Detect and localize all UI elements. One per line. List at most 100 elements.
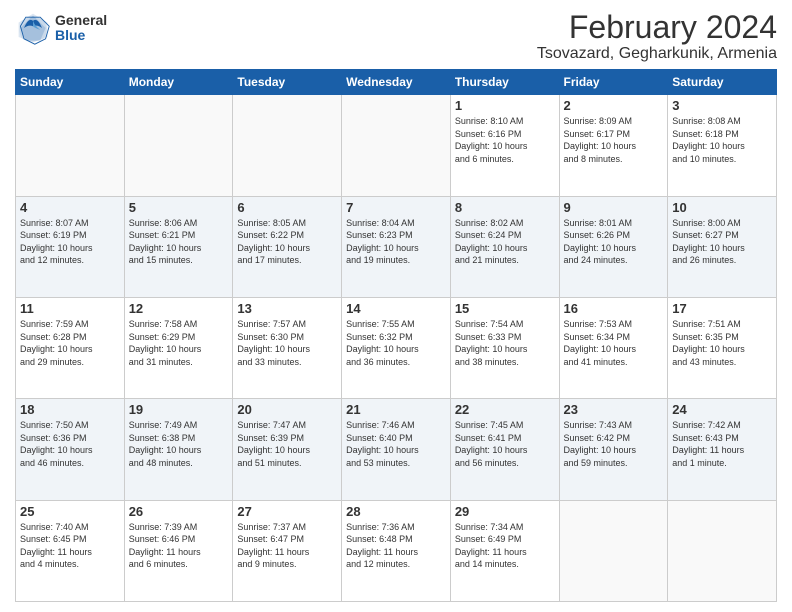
calendar-cell: 6 Sunrise: 8:05 AM Sunset: 6:22 PM Daylig… bbox=[233, 196, 342, 297]
day-number: 19 bbox=[129, 402, 229, 417]
logo-text: General Blue bbox=[55, 13, 107, 44]
day-info: Sunrise: 7:46 AM Sunset: 6:40 PM Dayligh… bbox=[346, 419, 446, 469]
day-info: Sunrise: 8:10 AM Sunset: 6:16 PM Dayligh… bbox=[455, 115, 555, 165]
calendar-cell: 14 Sunrise: 7:55 AM Sunset: 6:32 PM Dayli… bbox=[342, 297, 451, 398]
page: General Blue February 2024 Tsovazard, Ge… bbox=[0, 0, 792, 612]
day-number: 12 bbox=[129, 301, 229, 316]
day-number: 26 bbox=[129, 504, 229, 519]
logo-general-label: General bbox=[55, 13, 107, 28]
logo-icon bbox=[15, 10, 51, 46]
weekday-header-wednesday: Wednesday bbox=[342, 70, 451, 95]
day-number: 2 bbox=[564, 98, 664, 113]
day-info: Sunrise: 7:59 AM Sunset: 6:28 PM Dayligh… bbox=[20, 318, 120, 368]
calendar-cell: 23 Sunrise: 7:43 AM Sunset: 6:42 PM Dayli… bbox=[559, 399, 668, 500]
day-info: Sunrise: 7:47 AM Sunset: 6:39 PM Dayligh… bbox=[237, 419, 337, 469]
day-number: 5 bbox=[129, 200, 229, 215]
day-number: 14 bbox=[346, 301, 446, 316]
day-info: Sunrise: 7:58 AM Sunset: 6:29 PM Dayligh… bbox=[129, 318, 229, 368]
calendar-cell bbox=[16, 95, 125, 196]
day-info: Sunrise: 8:00 AM Sunset: 6:27 PM Dayligh… bbox=[672, 217, 772, 267]
day-number: 28 bbox=[346, 504, 446, 519]
location: Tsovazard, Gegharkunik, Armenia bbox=[537, 45, 777, 63]
calendar-cell: 2 Sunrise: 8:09 AM Sunset: 6:17 PM Daylig… bbox=[559, 95, 668, 196]
day-number: 15 bbox=[455, 301, 555, 316]
day-number: 25 bbox=[20, 504, 120, 519]
day-info: Sunrise: 7:57 AM Sunset: 6:30 PM Dayligh… bbox=[237, 318, 337, 368]
day-number: 23 bbox=[564, 402, 664, 417]
weekday-header-row: SundayMondayTuesdayWednesdayThursdayFrid… bbox=[16, 70, 777, 95]
month-title: February 2024 bbox=[537, 10, 777, 45]
day-number: 20 bbox=[237, 402, 337, 417]
day-number: 8 bbox=[455, 200, 555, 215]
day-info: Sunrise: 7:34 AM Sunset: 6:49 PM Dayligh… bbox=[455, 521, 555, 571]
calendar-cell: 25 Sunrise: 7:40 AM Sunset: 6:45 PM Dayli… bbox=[16, 500, 125, 601]
day-info: Sunrise: 8:01 AM Sunset: 6:26 PM Dayligh… bbox=[564, 217, 664, 267]
day-info: Sunrise: 7:50 AM Sunset: 6:36 PM Dayligh… bbox=[20, 419, 120, 469]
weekday-header-friday: Friday bbox=[559, 70, 668, 95]
weekday-header-monday: Monday bbox=[124, 70, 233, 95]
calendar-cell: 17Sunrise: 7:51 AM Sunset: 6:35 PM Dayli… bbox=[668, 297, 777, 398]
calendar-cell: 13 Sunrise: 7:57 AM Sunset: 6:30 PM Dayli… bbox=[233, 297, 342, 398]
day-info: Sunrise: 7:54 AM Sunset: 6:33 PM Dayligh… bbox=[455, 318, 555, 368]
day-info: Sunrise: 7:40 AM Sunset: 6:45 PM Dayligh… bbox=[20, 521, 120, 571]
calendar-cell: 4 Sunrise: 8:07 AM Sunset: 6:19 PM Daylig… bbox=[16, 196, 125, 297]
weekday-header-sunday: Sunday bbox=[16, 70, 125, 95]
calendar-cell: 21 Sunrise: 7:46 AM Sunset: 6:40 PM Dayli… bbox=[342, 399, 451, 500]
day-number: 24 bbox=[672, 402, 772, 417]
day-number: 3 bbox=[672, 98, 772, 113]
day-info: Sunrise: 7:51 AM Sunset: 6:35 PM Dayligh… bbox=[672, 318, 772, 368]
day-number: 6 bbox=[237, 200, 337, 215]
day-info: Sunrise: 8:07 AM Sunset: 6:19 PM Dayligh… bbox=[20, 217, 120, 267]
calendar-cell bbox=[342, 95, 451, 196]
calendar-cell bbox=[124, 95, 233, 196]
calendar-cell: 1 Sunrise: 8:10 AM Sunset: 6:16 PM Daylig… bbox=[450, 95, 559, 196]
logo: General Blue bbox=[15, 10, 107, 46]
day-number: 1 bbox=[455, 98, 555, 113]
calendar-cell: 12 Sunrise: 7:58 AM Sunset: 6:29 PM Dayli… bbox=[124, 297, 233, 398]
calendar-table: SundayMondayTuesdayWednesdayThursdayFrid… bbox=[15, 69, 777, 602]
calendar-week-row: 4 Sunrise: 8:07 AM Sunset: 6:19 PM Daylig… bbox=[16, 196, 777, 297]
calendar-cell bbox=[233, 95, 342, 196]
calendar-cell: 3 Sunrise: 8:08 AM Sunset: 6:18 PM Daylig… bbox=[668, 95, 777, 196]
calendar-cell: 28 Sunrise: 7:36 AM Sunset: 6:48 PM Dayli… bbox=[342, 500, 451, 601]
day-number: 4 bbox=[20, 200, 120, 215]
day-info: Sunrise: 8:05 AM Sunset: 6:22 PM Dayligh… bbox=[237, 217, 337, 267]
day-info: Sunrise: 7:37 AM Sunset: 6:47 PM Dayligh… bbox=[237, 521, 337, 571]
calendar-cell: 26 Sunrise: 7:39 AM Sunset: 6:46 PM Dayli… bbox=[124, 500, 233, 601]
day-info: Sunrise: 7:39 AM Sunset: 6:46 PM Dayligh… bbox=[129, 521, 229, 571]
day-info: Sunrise: 7:55 AM Sunset: 6:32 PM Dayligh… bbox=[346, 318, 446, 368]
day-info: Sunrise: 7:36 AM Sunset: 6:48 PM Dayligh… bbox=[346, 521, 446, 571]
calendar-cell: 18Sunrise: 7:50 AM Sunset: 6:36 PM Dayli… bbox=[16, 399, 125, 500]
calendar-week-row: 1 Sunrise: 8:10 AM Sunset: 6:16 PM Daylig… bbox=[16, 95, 777, 196]
day-info: Sunrise: 7:43 AM Sunset: 6:42 PM Dayligh… bbox=[564, 419, 664, 469]
calendar-cell: 9Sunrise: 8:01 AM Sunset: 6:26 PM Daylig… bbox=[559, 196, 668, 297]
title-area: February 2024 Tsovazard, Gegharkunik, Ar… bbox=[537, 10, 777, 63]
weekday-header-saturday: Saturday bbox=[668, 70, 777, 95]
day-info: Sunrise: 8:02 AM Sunset: 6:24 PM Dayligh… bbox=[455, 217, 555, 267]
day-number: 13 bbox=[237, 301, 337, 316]
day-number: 21 bbox=[346, 402, 446, 417]
calendar-cell: 15 Sunrise: 7:54 AM Sunset: 6:33 PM Dayli… bbox=[450, 297, 559, 398]
day-info: Sunrise: 8:04 AM Sunset: 6:23 PM Dayligh… bbox=[346, 217, 446, 267]
weekday-header-thursday: Thursday bbox=[450, 70, 559, 95]
calendar-cell: 27 Sunrise: 7:37 AM Sunset: 6:47 PM Dayli… bbox=[233, 500, 342, 601]
calendar-cell: 11 Sunrise: 7:59 AM Sunset: 6:28 PM Dayli… bbox=[16, 297, 125, 398]
day-info: Sunrise: 8:09 AM Sunset: 6:17 PM Dayligh… bbox=[564, 115, 664, 165]
calendar-cell: 20 Sunrise: 7:47 AM Sunset: 6:39 PM Dayli… bbox=[233, 399, 342, 500]
day-number: 11 bbox=[20, 301, 120, 316]
day-info: Sunrise: 7:45 AM Sunset: 6:41 PM Dayligh… bbox=[455, 419, 555, 469]
calendar-cell: 7Sunrise: 8:04 AM Sunset: 6:23 PM Daylig… bbox=[342, 196, 451, 297]
calendar-cell bbox=[668, 500, 777, 601]
weekday-header-tuesday: Tuesday bbox=[233, 70, 342, 95]
header: General Blue February 2024 Tsovazard, Ge… bbox=[15, 10, 777, 63]
day-number: 27 bbox=[237, 504, 337, 519]
calendar-cell: 29 Sunrise: 7:34 AM Sunset: 6:49 PM Dayli… bbox=[450, 500, 559, 601]
calendar-cell: 5Sunrise: 8:06 AM Sunset: 6:21 PM Daylig… bbox=[124, 196, 233, 297]
calendar-cell: 22 Sunrise: 7:45 AM Sunset: 6:41 PM Dayli… bbox=[450, 399, 559, 500]
day-number: 22 bbox=[455, 402, 555, 417]
calendar-cell: 16Sunrise: 7:53 AM Sunset: 6:34 PM Dayli… bbox=[559, 297, 668, 398]
day-info: Sunrise: 8:08 AM Sunset: 6:18 PM Dayligh… bbox=[672, 115, 772, 165]
day-number: 29 bbox=[455, 504, 555, 519]
logo-blue-label: Blue bbox=[55, 28, 107, 43]
calendar-week-row: 18Sunrise: 7:50 AM Sunset: 6:36 PM Dayli… bbox=[16, 399, 777, 500]
